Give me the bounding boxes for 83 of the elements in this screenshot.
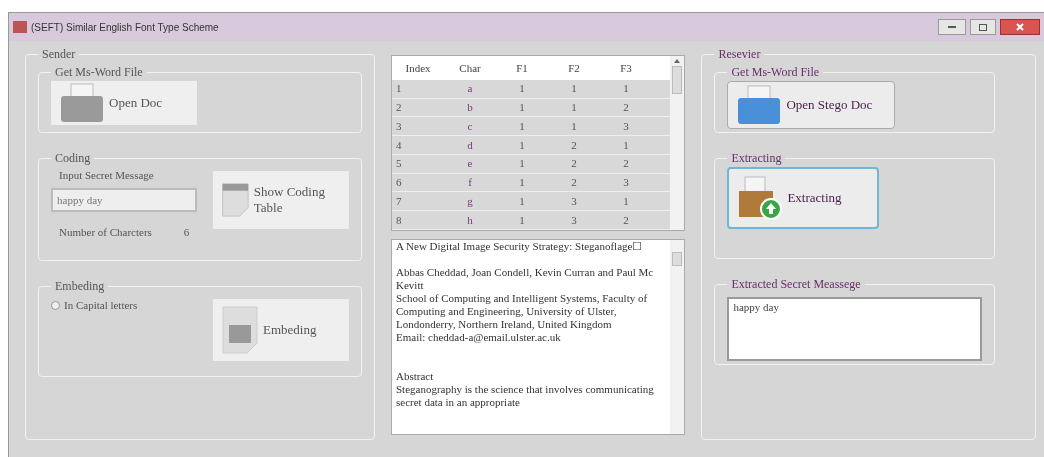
table-cell-text: 1 xyxy=(570,100,578,116)
scroll-thumb[interactable] xyxy=(672,66,683,94)
radio-option[interactable]: In Capital letters xyxy=(51,295,138,315)
table-cell-text: h xyxy=(466,212,474,228)
table-cell-text: 1 xyxy=(518,137,526,153)
document-paragraph: Abbas Cheddad, Joan Condell, Kevin Curran and Paul Mc Kevitt School of Computing and Intelligent Systems, Faculty of Computing and Engineering, University of Ulster, Londonderry, Northern Ireland, United Kingdom Email: cheddad-a@email.ulster.ac.uk xyxy=(396,266,655,344)
table-cell-text: 1 xyxy=(622,194,630,210)
close-icon xyxy=(1016,23,1024,31)
table-cell-text: f xyxy=(467,175,473,191)
table-cell-text: 2 xyxy=(622,212,630,228)
scroll-up-icon[interactable] xyxy=(674,59,681,63)
group-title: Resevier xyxy=(717,46,762,63)
table-cell-text: 2 xyxy=(570,137,578,153)
table-cell-text: 1 xyxy=(518,100,526,116)
window-title: (SEFT) Similar English Font Type Scheme xyxy=(31,20,219,35)
table-cell-text: 5 xyxy=(395,156,403,172)
toolbar-button[interactable]: Show Coding Table xyxy=(213,171,349,229)
table-cell-text: 2 xyxy=(622,100,630,116)
table-cell-text: 3 xyxy=(570,194,578,210)
table-cell-text: 3 xyxy=(570,212,578,228)
table-cell-text: 2 xyxy=(622,156,630,172)
table-cell-text: e xyxy=(466,156,474,172)
table-cell-text: 3 xyxy=(395,118,403,134)
radio-button[interactable] xyxy=(51,300,60,310)
table-cell-text: 3 xyxy=(622,175,630,191)
table-cell-text: 2 xyxy=(395,100,403,116)
minimize-button[interactable] xyxy=(938,19,966,35)
table-cell-text: b xyxy=(466,100,474,116)
column-header[interactable]: F2 xyxy=(548,59,600,77)
group-title: Extracting xyxy=(730,150,783,167)
table-cell-text: d xyxy=(466,137,474,153)
group-title: Coding xyxy=(54,150,92,167)
table-cell-text: 1 xyxy=(518,194,526,210)
table-cell-text: 1 xyxy=(518,212,526,228)
document-paragraph: A New Digital Image Security Strategy: Steganoflage☐ xyxy=(396,240,644,253)
group-title: Extracted Secret Meassege xyxy=(730,276,862,293)
scrollbar[interactable] xyxy=(670,240,685,434)
group-title: Get Ms-Word File xyxy=(54,64,144,81)
table-cell-text: 8 xyxy=(395,212,403,228)
table-cell-text: 1 xyxy=(570,81,578,97)
table-cell-text: 2 xyxy=(570,156,578,172)
table-cell-text: 1 xyxy=(395,81,403,97)
document-paragraph: Abstract Steganography is the science that involves communicating secret data in an appropriate xyxy=(396,370,655,409)
toolbar-button[interactable]: Embeding xyxy=(213,299,349,361)
app-icon xyxy=(13,21,27,33)
group-title: Embeding xyxy=(54,278,106,295)
document-icon xyxy=(221,305,259,355)
table-cell-text: g xyxy=(466,194,474,210)
printer-icon xyxy=(59,82,105,124)
table-cell-text: 1 xyxy=(622,137,630,153)
table-cell-text: a xyxy=(466,81,474,97)
column-header[interactable]: F3 xyxy=(600,59,652,77)
toolbar-button[interactable]: Extracting xyxy=(727,167,880,229)
table-cell-text: 3 xyxy=(622,118,630,134)
table-cell-text: 2 xyxy=(570,175,578,191)
printer-icon xyxy=(736,84,783,126)
table-cell-text: 1 xyxy=(518,175,526,191)
column-header[interactable]: Index xyxy=(392,59,444,77)
table-cell-text: 6 xyxy=(395,175,403,191)
toolbar-button[interactable]: Open Stego Doc xyxy=(727,81,896,129)
table-cell-text: 1 xyxy=(622,81,630,97)
count-value: 6 xyxy=(183,224,190,240)
table-cell-text: 4 xyxy=(395,137,403,153)
scroll-thumb[interactable] xyxy=(672,252,683,266)
table-cell-text: 1 xyxy=(570,118,578,134)
box-upload-icon xyxy=(737,175,784,221)
column-header[interactable]: Char xyxy=(444,59,496,77)
table-cell-text: c xyxy=(466,118,474,134)
toolbar-button[interactable]: Open Doc xyxy=(51,81,197,125)
table-cell-text: 1 xyxy=(518,118,526,134)
count-label: Number of Charcters xyxy=(59,224,152,240)
table-cell-text: 1 xyxy=(518,81,526,97)
table-cell-text: 1 xyxy=(518,156,526,172)
scrollbar[interactable] xyxy=(670,56,685,230)
maximize-button[interactable] xyxy=(970,19,996,35)
close-button[interactable] xyxy=(1000,19,1040,35)
group-title: Sender xyxy=(41,46,77,63)
message-output[interactable]: happy day xyxy=(727,297,982,361)
table-cell-text: 7 xyxy=(395,194,403,210)
message-input[interactable]: happy day xyxy=(51,187,197,212)
column-header[interactable]: F1 xyxy=(496,59,548,77)
field-label: Input Secret Message xyxy=(58,168,155,183)
group-title: Get Ms-Word File xyxy=(730,64,821,81)
